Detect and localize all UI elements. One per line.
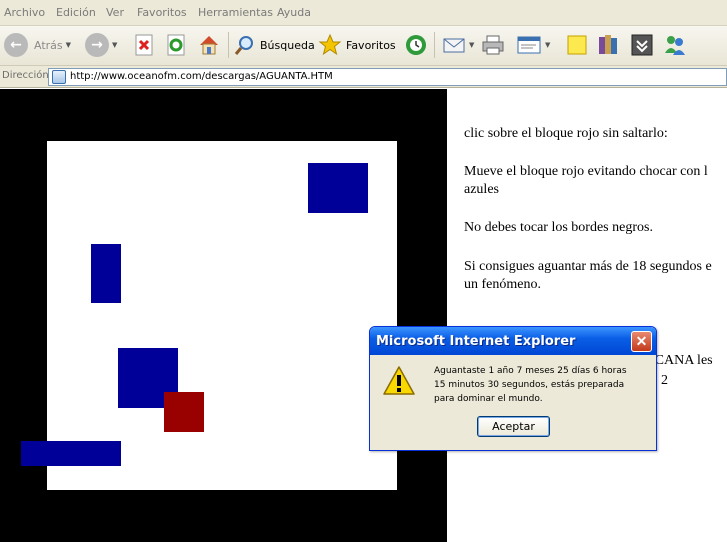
edit-button[interactable]: ▼: [516, 31, 550, 59]
instruction-text: Si consigues aguantar más de 18 segundos…: [464, 259, 712, 274]
blue-block: [21, 441, 121, 466]
page-content: clic sobre el bloque rojo sin saltarlo: …: [0, 89, 727, 542]
forward-button[interactable]: → ▼: [85, 31, 117, 59]
chevron-down-icon: ▼: [112, 41, 118, 49]
chevron-down-icon: ▼: [469, 41, 475, 49]
mail-button[interactable]: ▼: [442, 31, 474, 59]
menu-ver[interactable]: Ver: [106, 6, 124, 19]
address-bar: Dirección http://www.oceanofm.com/descar…: [0, 66, 727, 88]
blue-block: [308, 163, 368, 213]
close-button[interactable]: ✕: [631, 331, 652, 352]
forward-arrow-icon: →: [85, 33, 109, 57]
discuss-button[interactable]: [565, 31, 589, 59]
tools-button[interactable]: [630, 31, 654, 59]
toolbar: ← Atrás ▼ → ▼ Búsqueda Favoritos ▼ ▼: [0, 26, 727, 66]
history-button[interactable]: [404, 31, 428, 59]
star-icon: [318, 33, 342, 56]
instruction-text: ICANA les: [650, 353, 713, 368]
history-icon: [406, 35, 426, 55]
address-input[interactable]: http://www.oceanofm.com/descargas/AGUANT…: [48, 68, 727, 86]
instruction-text: azules: [464, 182, 499, 197]
search-label: Búsqueda: [260, 38, 315, 52]
blue-block: [91, 244, 121, 303]
menu-edicion[interactable]: Edición: [56, 6, 96, 19]
print-button[interactable]: [481, 31, 505, 59]
messenger-icon: [665, 36, 685, 55]
edit-icon: [517, 36, 541, 54]
page-icon: [52, 70, 66, 84]
menu-herramientas[interactable]: Herramientas: [198, 6, 273, 19]
home-button[interactable]: [197, 31, 221, 59]
refresh-button[interactable]: [166, 31, 188, 59]
messenger-button[interactable]: [662, 31, 688, 59]
instruction-text: clic sobre el bloque rojo sin saltarlo:: [464, 126, 668, 141]
menu-bar: Archivo Edición Ver Favoritos Herramient…: [0, 0, 727, 26]
back-label: Atrás: [34, 38, 63, 52]
favorites-button[interactable]: Favoritos: [318, 31, 396, 59]
instruction-text: No debes tocar los bordes negros.: [464, 220, 653, 235]
instruction-text: Mueve el bloque rojo evitando chocar con…: [464, 164, 708, 179]
game-border: [0, 89, 447, 542]
close-icon: ✕: [635, 333, 648, 349]
menu-favoritos[interactable]: Favoritos: [137, 6, 187, 19]
search-icon: [234, 36, 253, 55]
dialog-title: Microsoft Internet Explorer: [376, 334, 576, 349]
menu-ayuda[interactable]: Ayuda: [277, 6, 311, 19]
back-button[interactable]: ← Atrás ▼: [4, 31, 71, 59]
tools-icon: [631, 34, 653, 56]
dialog-message: Aguantaste 1 año 7 meses 25 días 6 horas…: [434, 366, 627, 404]
instruction-text: un fenómeno.: [464, 277, 541, 292]
ok-button[interactable]: Aceptar: [477, 416, 550, 437]
print-icon: [482, 35, 504, 55]
address-url[interactable]: http://www.oceanofm.com/descargas/AGUANT…: [70, 71, 333, 82]
note-icon: [567, 35, 587, 55]
search-button[interactable]: Búsqueda: [234, 31, 315, 59]
address-label: Dirección: [2, 70, 49, 81]
chevron-down-icon: ▼: [65, 41, 72, 49]
mail-icon: [443, 38, 465, 53]
alert-dialog: Microsoft Internet Explorer ✕ Aguantaste…: [369, 326, 657, 451]
dialog-titlebar[interactable]: Microsoft Internet Explorer ✕: [370, 327, 656, 355]
red-block[interactable]: [164, 392, 204, 432]
home-icon: [200, 36, 218, 55]
back-arrow-icon: ←: [4, 33, 28, 57]
warning-icon: [383, 366, 415, 395]
stop-icon: [135, 34, 153, 56]
stop-button[interactable]: [134, 31, 156, 59]
research-button[interactable]: [596, 31, 620, 59]
favorites-label: Favoritos: [346, 38, 396, 52]
refresh-icon: [167, 34, 185, 56]
research-icon: [599, 35, 617, 54]
chevron-down-icon: ▼: [545, 41, 551, 49]
menu-archivo[interactable]: Archivo: [4, 6, 45, 19]
